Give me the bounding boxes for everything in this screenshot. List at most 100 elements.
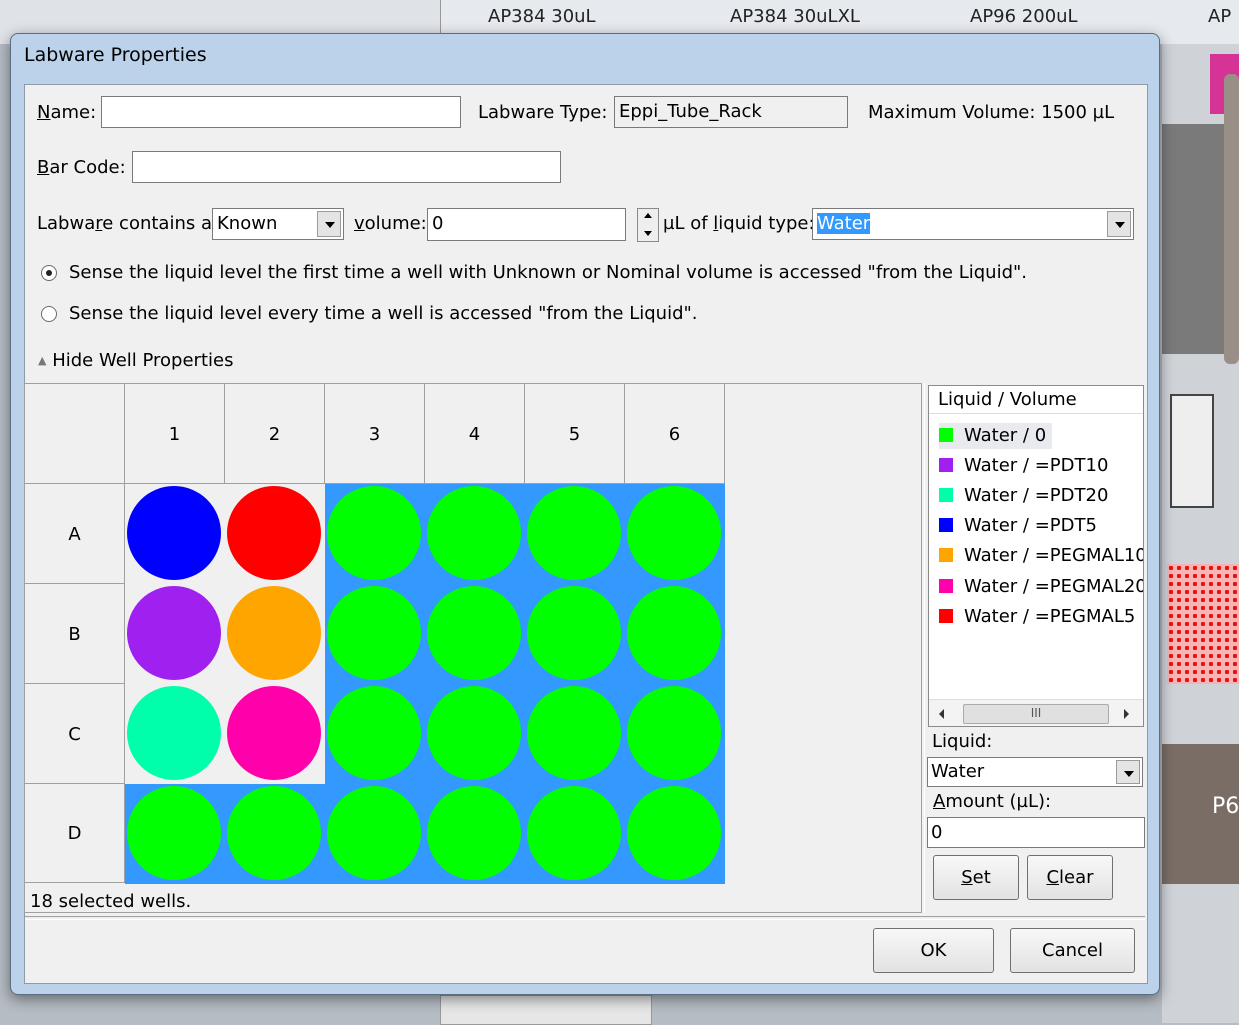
bg-tab-ap96-200ul[interactable]: AP96 200uL — [970, 6, 1078, 28]
column-header-1[interactable]: 1 — [124, 383, 225, 484]
bg-tab-ap[interactable]: AP — [1208, 6, 1231, 28]
well-circle[interactable] — [427, 586, 521, 680]
spin-up-icon[interactable] — [644, 213, 652, 218]
ok-button[interactable]: OK — [873, 928, 994, 973]
well-circle[interactable] — [227, 586, 321, 680]
liquid-type-select[interactable]: Water — [812, 208, 1134, 240]
well-cell[interactable] — [525, 784, 625, 884]
well-cell[interactable] — [225, 584, 325, 684]
column-header-4[interactable]: 4 — [424, 383, 525, 484]
chevron-down-icon[interactable] — [1107, 211, 1131, 237]
well-circle[interactable] — [127, 486, 221, 580]
liquid-select[interactable]: Water — [927, 757, 1143, 787]
scroll-right-icon[interactable] — [1124, 709, 1129, 719]
well-circle[interactable] — [327, 786, 421, 880]
well-cell[interactable] — [325, 684, 425, 784]
well-circle[interactable] — [227, 786, 321, 880]
well-circle[interactable] — [327, 486, 421, 580]
well-cell[interactable] — [125, 784, 225, 884]
well-circle[interactable] — [627, 486, 721, 580]
hide-well-properties-toggle[interactable]: ▲ Hide Well Properties — [38, 350, 233, 371]
chevron-down-icon[interactable] — [317, 211, 341, 237]
well-circle[interactable] — [527, 686, 621, 780]
well-cell[interactable] — [425, 584, 525, 684]
radio-sense-first-time[interactable] — [41, 265, 57, 281]
well-cell[interactable] — [125, 684, 225, 784]
well-cell[interactable] — [625, 784, 725, 884]
well-cell[interactable] — [625, 684, 725, 784]
well-cell[interactable] — [525, 684, 625, 784]
plate-grid[interactable]: 1 2 3 4 5 6 A B C D — [24, 383, 726, 884]
column-header-6[interactable]: 6 — [624, 383, 725, 484]
well-circle[interactable] — [127, 786, 221, 880]
list-item[interactable]: Water / =PEGMAL20 — [939, 574, 1143, 600]
well-cell[interactable] — [125, 584, 225, 684]
well-cell[interactable] — [625, 584, 725, 684]
cancel-button[interactable]: Cancel — [1010, 928, 1135, 973]
well-cell[interactable] — [625, 484, 725, 584]
well-cell[interactable] — [125, 484, 225, 584]
well-circle[interactable] — [127, 586, 221, 680]
well-circle[interactable] — [227, 686, 321, 780]
swatch-icon — [939, 428, 953, 442]
grid-corner[interactable] — [24, 383, 125, 484]
radio-sense-first-time-label[interactable]: Sense the liquid level the first time a … — [69, 262, 1027, 283]
chevron-down-icon[interactable] — [1116, 760, 1140, 784]
row-header-b[interactable]: B — [24, 583, 125, 684]
well-circle[interactable] — [627, 586, 721, 680]
well-cell[interactable] — [225, 684, 325, 784]
well-cell[interactable] — [525, 484, 625, 584]
horizontal-scrollbar[interactable]: III — [929, 699, 1143, 726]
well-circle[interactable] — [527, 586, 621, 680]
well-circle[interactable] — [427, 686, 521, 780]
liquid-volume-header[interactable]: Liquid / Volume — [929, 386, 1143, 414]
spin-down-icon[interactable] — [644, 231, 652, 236]
set-button[interactable]: Set — [933, 855, 1019, 900]
volume-spinner[interactable] — [637, 208, 659, 242]
scroll-left-icon[interactable] — [939, 709, 944, 719]
column-header-2[interactable]: 2 — [224, 383, 325, 484]
list-item[interactable]: Water / =PDT10 — [939, 453, 1108, 479]
contains-select[interactable]: Known — [212, 208, 344, 240]
list-item[interactable]: Water / =PEGMAL5 — [939, 604, 1135, 630]
bg-tab-ap384-30ulxl[interactable]: AP384 30uLXL — [730, 6, 860, 28]
well-cell[interactable] — [425, 784, 525, 884]
well-cell[interactable] — [325, 784, 425, 884]
list-item[interactable]: Water / =PDT5 — [939, 513, 1097, 539]
well-cell[interactable] — [525, 584, 625, 684]
volume-input[interactable]: 0 — [427, 208, 626, 241]
amount-input[interactable]: 0 — [927, 817, 1145, 848]
list-item[interactable]: Water / =PEGMAL10 — [939, 543, 1143, 569]
well-circle[interactable] — [527, 486, 621, 580]
row-header-c[interactable]: C — [24, 683, 125, 784]
well-cell[interactable] — [325, 484, 425, 584]
column-header-3[interactable]: 3 — [324, 383, 425, 484]
well-cell[interactable] — [225, 784, 325, 884]
well-cell[interactable] — [425, 484, 525, 584]
well-circle[interactable] — [627, 686, 721, 780]
well-circle[interactable] — [427, 486, 521, 580]
radio-sense-every-time-label[interactable]: Sense the liquid level every time a well… — [69, 303, 698, 324]
well-circle[interactable] — [227, 486, 321, 580]
row-header-a[interactable]: A — [24, 483, 125, 584]
name-input[interactable] — [101, 96, 461, 128]
well-circle[interactable] — [327, 586, 421, 680]
well-circle[interactable] — [127, 686, 221, 780]
barcode-input[interactable] — [132, 151, 561, 183]
row-header-d[interactable]: D — [24, 783, 125, 883]
well-circle[interactable] — [327, 686, 421, 780]
well-circle[interactable] — [427, 786, 521, 880]
radio-sense-every-time[interactable] — [41, 306, 57, 322]
liquid-volume-list[interactable]: Liquid / Volume Water / 0 Water / =PDT10… — [928, 385, 1144, 727]
list-item[interactable]: Water / =PDT20 — [939, 483, 1108, 509]
column-header-5[interactable]: 5 — [524, 383, 625, 484]
well-circle[interactable] — [627, 786, 721, 880]
well-cell[interactable] — [425, 684, 525, 784]
clear-button[interactable]: Clear — [1027, 855, 1113, 900]
bg-tab-ap384-30ul[interactable]: AP384 30uL — [488, 6, 596, 28]
scroll-thumb[interactable]: III — [963, 704, 1109, 724]
well-cell[interactable] — [325, 584, 425, 684]
list-item[interactable]: Water / 0 — [939, 423, 1053, 449]
well-cell[interactable] — [225, 484, 325, 584]
well-circle[interactable] — [527, 786, 621, 880]
